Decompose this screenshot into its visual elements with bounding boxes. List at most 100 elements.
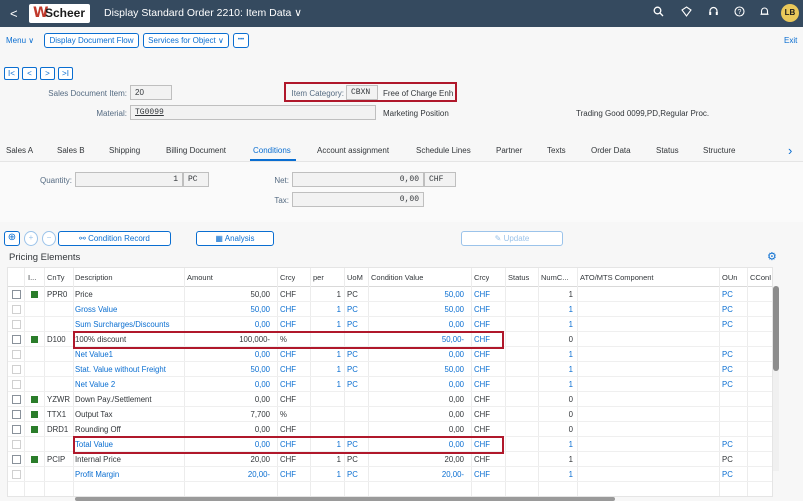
tab-billing-document[interactable]: Billing Document bbox=[166, 146, 226, 155]
table-row[interactable]: Net Value1 0,00 CHF 1 PC 0,00 CHF 1 PC bbox=[8, 347, 772, 362]
gear-icon[interactable]: ⚙ bbox=[767, 250, 777, 263]
table-row[interactable]: PCIP Internal Price 20,00 CHF 1 PC 20,00 CHF 1 PC bbox=[8, 452, 772, 467]
tab-status[interactable]: Status bbox=[656, 146, 679, 155]
col-header-status-indicator[interactable]: I... bbox=[28, 273, 40, 282]
zoom-in-icon[interactable]: ⊕ bbox=[4, 231, 20, 246]
tab-sales-a[interactable]: Sales A bbox=[6, 146, 33, 155]
table-row[interactable]: YZWR Down Pay./Settlement 0,00 CHF 0,00 CHF 0 bbox=[8, 392, 772, 407]
cell-per: 1 bbox=[336, 320, 341, 329]
row-select-checkbox[interactable] bbox=[12, 455, 21, 464]
table-row[interactable]: Net Value 2 0,00 CHF 1 PC 0,00 CHF 1 PC bbox=[8, 377, 772, 392]
notifications-icon[interactable] bbox=[759, 6, 770, 20]
tab-order-data[interactable]: Order Data bbox=[591, 146, 631, 155]
tabs-scroll-right-icon[interactable]: › bbox=[788, 143, 792, 158]
update-button[interactable]: ✎ Update bbox=[461, 231, 563, 246]
row-select-checkbox[interactable] bbox=[12, 335, 21, 344]
col-header-condition-value[interactable]: Condition Value bbox=[371, 273, 423, 282]
row-select-checkbox[interactable] bbox=[12, 470, 21, 479]
analysis-button[interactable]: ▦ Analysis bbox=[196, 231, 274, 246]
cell-desc: Rounding Off bbox=[75, 425, 121, 434]
help-headset-icon[interactable] bbox=[708, 6, 719, 20]
row-select-checkbox[interactable] bbox=[12, 380, 21, 389]
row-select-checkbox[interactable] bbox=[12, 290, 21, 299]
remove-icon[interactable]: − bbox=[42, 231, 56, 246]
theme-icon[interactable] bbox=[681, 6, 692, 20]
col-header-uom[interactable]: UoM bbox=[347, 273, 363, 282]
row-select-checkbox[interactable] bbox=[12, 395, 21, 404]
net-currency-field[interactable]: CHF bbox=[424, 172, 456, 187]
row-select-checkbox[interactable] bbox=[12, 320, 21, 329]
horizontal-scrollbar[interactable] bbox=[75, 497, 615, 501]
cell-amount: 50,00 bbox=[250, 305, 270, 314]
col-header-oun[interactable]: OUn bbox=[722, 273, 737, 282]
sales-document-item-field[interactable]: 20 bbox=[130, 85, 172, 100]
table-row[interactable]: PPR0 Price 50,00 CHF 1 PC 50,00 CHF 1 PC bbox=[8, 287, 772, 302]
col-header-numc[interactable]: NumC... bbox=[541, 273, 569, 282]
table-row[interactable]: DRD1 Rounding Off 0,00 CHF 0,00 CHF 0 bbox=[8, 422, 772, 437]
cell-oun: PC bbox=[722, 305, 733, 314]
net-field[interactable]: 0,00 bbox=[292, 172, 424, 187]
quantity-unit-field[interactable]: PC bbox=[183, 172, 209, 187]
display-document-flow-button[interactable]: Display Document Flow bbox=[44, 33, 139, 48]
tab-schedule-lines[interactable]: Schedule Lines bbox=[416, 146, 471, 155]
status-indicator-icon bbox=[31, 411, 38, 418]
table-row[interactable]: TTX1 Output Tax 7,700% 0,00 CHF 0 bbox=[8, 407, 772, 422]
row-select-checkbox[interactable] bbox=[12, 350, 21, 359]
cell-amount: 50,00 bbox=[250, 365, 270, 374]
next-item-button[interactable]: > bbox=[40, 67, 55, 80]
menu-button[interactable]: Menu ∨ bbox=[6, 36, 34, 45]
tab-conditions[interactable]: Conditions bbox=[253, 146, 291, 155]
row-select-checkbox[interactable] bbox=[12, 425, 21, 434]
item-category-field[interactable]: CBXN bbox=[346, 85, 378, 100]
tax-field[interactable]: 0,00 bbox=[292, 192, 424, 207]
quantity-field[interactable]: 1 bbox=[75, 172, 183, 187]
first-item-button[interactable]: I< bbox=[4, 67, 19, 80]
company-logo[interactable]: W Scheer bbox=[29, 4, 90, 23]
tab-structure[interactable]: Structure bbox=[703, 146, 735, 155]
col-header-description[interactable]: Description bbox=[75, 273, 113, 282]
vertical-scrollbar-thumb[interactable] bbox=[773, 286, 779, 371]
row-select-checkbox[interactable] bbox=[12, 410, 21, 419]
more-button[interactable]: ••• bbox=[233, 33, 249, 48]
previous-item-button[interactable]: < bbox=[22, 67, 37, 80]
exit-button[interactable]: Exit bbox=[784, 36, 797, 45]
condition-record-button[interactable]: ⚯ Condition Record bbox=[58, 231, 171, 246]
tab-sales-b[interactable]: Sales B bbox=[57, 146, 85, 155]
row-select-checkbox[interactable] bbox=[12, 305, 21, 314]
cell-uom: PC bbox=[347, 455, 358, 464]
last-item-button[interactable]: >I bbox=[58, 67, 73, 80]
chevron-down-icon: ∨ bbox=[294, 7, 302, 19]
tab-shipping[interactable]: Shipping bbox=[109, 146, 140, 155]
col-header-amount[interactable]: Amount bbox=[187, 273, 213, 282]
tab-texts[interactable]: Texts bbox=[547, 146, 566, 155]
table-row[interactable]: Stat. Value without Freight 50,00 CHF 1 PC 50… bbox=[8, 362, 772, 377]
col-header-cconi[interactable]: CConI bbox=[750, 273, 771, 282]
col-header-status[interactable]: Status bbox=[508, 273, 529, 282]
col-header-per[interactable]: per bbox=[313, 273, 324, 282]
material-field[interactable]: TG0099 bbox=[130, 105, 376, 120]
col-header-cnty[interactable]: CnTy bbox=[47, 273, 65, 282]
table-row[interactable]: Gross Value 50,00 CHF 1 PC 50,00 CHF 1 PC bbox=[8, 302, 772, 317]
add-icon[interactable]: + bbox=[24, 231, 38, 246]
table-row[interactable]: Profit Margin 20,00- CHF 1 PC 20,00- CHF 1 PC bbox=[8, 467, 772, 482]
avatar[interactable]: LB bbox=[781, 4, 799, 22]
cell-numc: 0 bbox=[568, 395, 573, 404]
table-row[interactable]: Sum Surcharges/Discounts 0,00 CHF 1 PC 0,00 CH… bbox=[8, 317, 772, 332]
col-header-ato-mts-component[interactable]: ATO/MTS Component bbox=[580, 273, 654, 282]
row-select-checkbox[interactable] bbox=[12, 440, 21, 449]
cell-cnty: PCIP bbox=[47, 455, 66, 464]
services-for-object-button[interactable]: Services for Object ∨ bbox=[143, 33, 229, 48]
cell-cval: 50,00 bbox=[444, 305, 464, 314]
help-icon[interactable]: ? bbox=[734, 6, 745, 20]
tab-partner[interactable]: Partner bbox=[496, 146, 522, 155]
app-title[interactable]: Display Standard Order 2210: Item Data ∨ bbox=[104, 7, 302, 19]
cell-desc: Sum Surcharges/Discounts bbox=[75, 320, 170, 329]
row-select-checkbox[interactable] bbox=[12, 365, 21, 374]
cell-numc: 0 bbox=[568, 425, 573, 434]
back-icon[interactable]: < bbox=[10, 6, 18, 21]
col-header-crcy[interactable]: Crcy bbox=[280, 273, 295, 282]
col-header-crcy-2[interactable]: Crcy bbox=[474, 273, 489, 282]
search-icon[interactable] bbox=[653, 6, 664, 20]
cell-per: 1 bbox=[336, 380, 341, 389]
tab-account-assignment[interactable]: Account assignment bbox=[317, 146, 389, 155]
